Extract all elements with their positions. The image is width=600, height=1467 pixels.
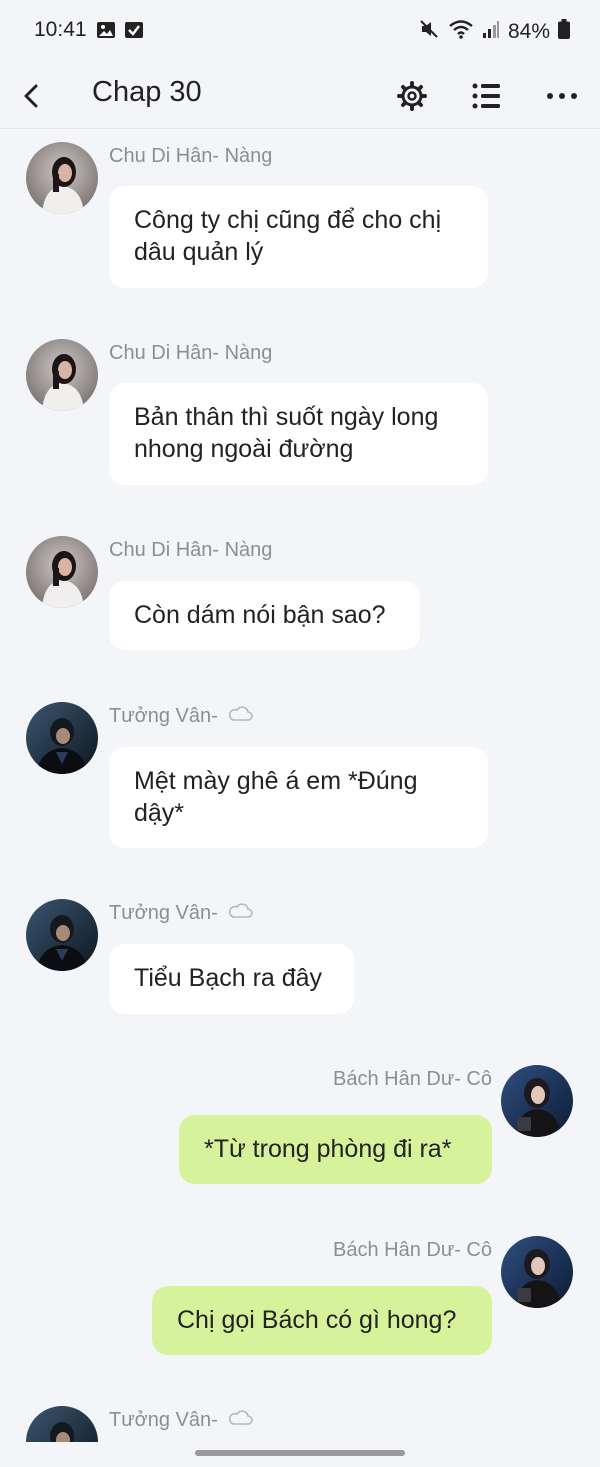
sender-name: Chu Di Hân- Nàng	[109, 342, 273, 364]
sender-name: Tưởng Vân-	[109, 705, 254, 728]
settings-icon[interactable]	[390, 74, 434, 118]
sender-name: Tưởng Vân-	[109, 902, 254, 925]
message-bubble[interactable]: Mệt mày ghê á em *Đúng dậy*	[109, 747, 488, 848]
cloud-icon	[227, 1409, 254, 1432]
male-avatar-icon	[26, 702, 98, 774]
female-avatar-icon	[26, 536, 98, 608]
avatar[interactable]	[26, 536, 98, 608]
cloud-icon	[227, 902, 254, 925]
female-avatar-icon	[26, 142, 98, 214]
message-bubble[interactable]: Còn dám nói bận sao?	[109, 581, 420, 650]
sender-name: Chu Di Hân- Nàng	[109, 539, 273, 561]
status-time: 10:41	[34, 18, 87, 41]
avatar[interactable]	[26, 142, 98, 214]
image-icon	[96, 20, 116, 45]
avatar[interactable]	[26, 899, 98, 971]
sender-name-text: Tưởng Vân-	[109, 705, 218, 727]
list-icon[interactable]	[465, 74, 509, 118]
message-bubble[interactable]: *Từ trong phòng đi ra*	[179, 1115, 492, 1184]
avatar[interactable]	[501, 1065, 573, 1137]
sender-name: Tưởng Vân-	[109, 1409, 254, 1432]
girl-avatar-icon	[501, 1065, 573, 1137]
female-avatar-icon	[26, 339, 98, 411]
check-box-icon	[124, 20, 144, 45]
avatar[interactable]	[501, 1236, 573, 1308]
back-icon[interactable]	[12, 74, 52, 118]
signal-icon	[482, 19, 500, 45]
page-title: Chap 30	[92, 76, 202, 108]
battery-text: 84%	[507, 20, 550, 43]
message-bubble[interactable]: Tiểu Bạch ra đây	[109, 944, 354, 1014]
battery-icon	[558, 19, 570, 45]
avatar[interactable]	[26, 1406, 98, 1442]
wifi-icon	[448, 18, 474, 46]
sender-name: Bách Hân Dư- Cô	[332, 1239, 492, 1261]
avatar[interactable]	[26, 339, 98, 411]
status-bar: 10:41 84%	[0, 0, 600, 64]
message-bubble[interactable]: Công ty chị cũng để cho chị dâu quản lý	[109, 186, 488, 288]
sender-name: Chu Di Hân- Nàng	[109, 145, 273, 167]
cloud-icon	[227, 705, 254, 728]
male-avatar-icon	[26, 899, 98, 971]
message-bubble[interactable]: Bản thân thì suốt ngày long nhong ngoài …	[109, 383, 488, 485]
avatar[interactable]	[26, 702, 98, 774]
girl-avatar-icon	[501, 1236, 573, 1308]
more-icon[interactable]	[540, 74, 584, 118]
message-bubble[interactable]: Chị gọi Bách có gì hong?	[152, 1286, 492, 1355]
sender-name-text: Tưởng Vân-	[109, 902, 218, 924]
app-bar: Chap 30	[0, 64, 600, 129]
mute-icon	[418, 18, 440, 46]
male-avatar-icon	[26, 1406, 98, 1442]
sender-name: Bách Hân Dư- Cô	[332, 1068, 492, 1090]
sender-name-text: Tưởng Vân-	[109, 1409, 218, 1431]
home-indicator[interactable]	[195, 1450, 405, 1456]
